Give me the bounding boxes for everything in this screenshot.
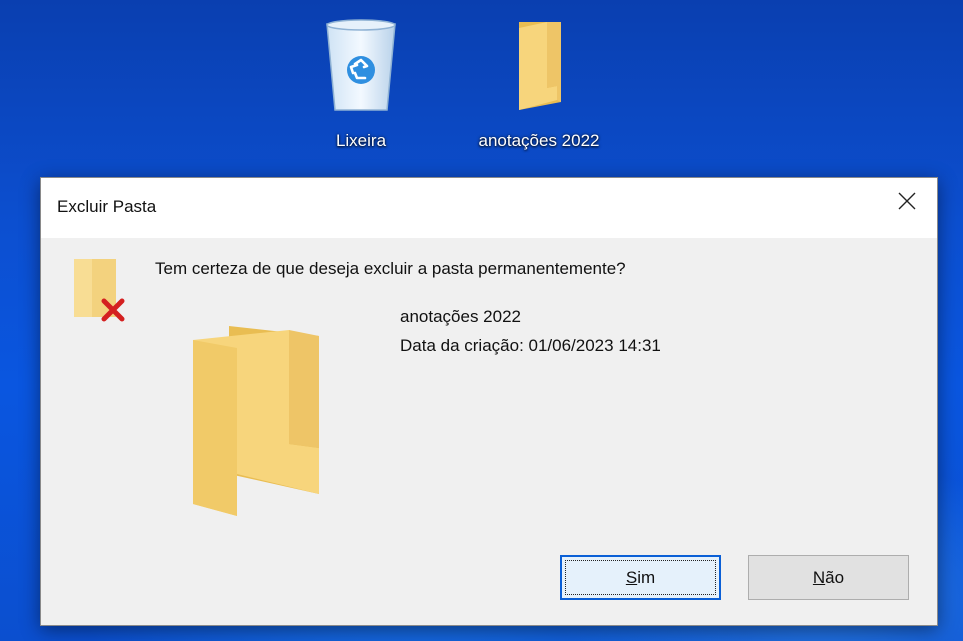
no-button[interactable]: Não [748,555,909,600]
delete-folder-dialog: Excluir Pasta Tem certeza de que deseja … [40,177,938,626]
close-button[interactable] [877,178,937,228]
recycle-bin-icon [323,18,399,119]
dialog-titlebar[interactable]: Excluir Pasta [41,178,937,238]
folder-preview-icon [191,324,323,525]
close-icon [898,192,916,215]
yes-button[interactable]: Sim [560,555,721,600]
desktop-icon-folder-anotacoes-2022[interactable]: anotações 2022 [464,18,614,151]
desktop-icon-recycle-bin[interactable]: Lixeira [286,18,436,151]
folder-icon [501,18,577,119]
dialog-content: Tem certeza de que deseja excluir a past… [41,238,937,627]
focus-ring [565,560,716,595]
no-button-label: Não [812,567,845,587]
item-creation-date: Data da criação: 01/06/2023 14:31 [400,336,661,355]
delete-folder-icon [72,255,134,330]
desktop: Lixeira anotações 2022 Excluir Pasta Tem… [0,0,963,641]
desktop-icon-label: Lixeira [335,131,387,150]
confirm-question: Tem certeza de que deseja excluir a past… [155,259,626,278]
dialog-title: Excluir Pasta [57,197,157,216]
item-name: anotações 2022 [400,307,521,326]
desktop-icon-label: anotações 2022 [478,131,600,150]
